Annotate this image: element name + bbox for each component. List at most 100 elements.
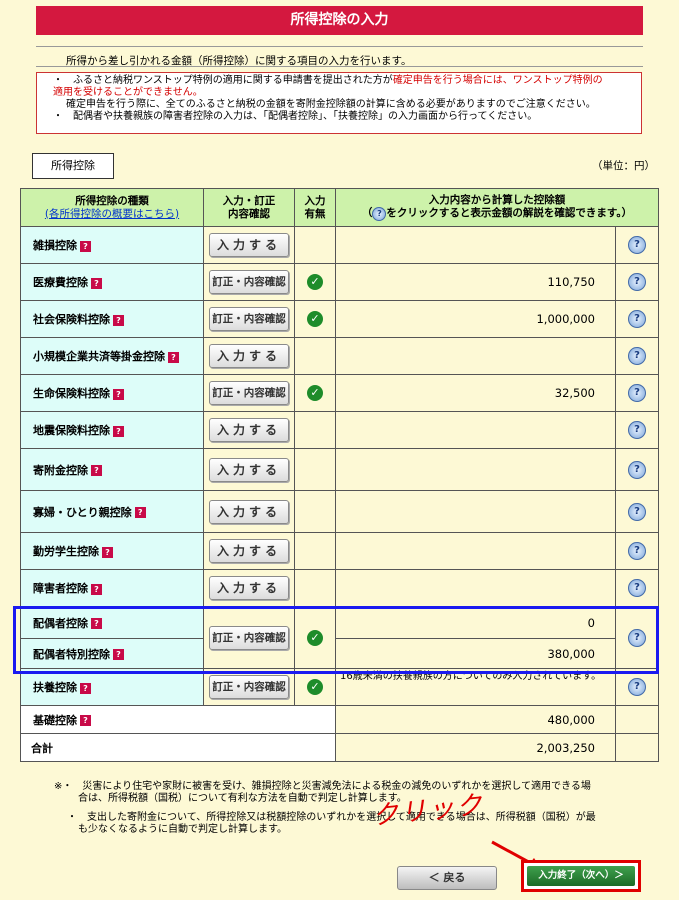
question-mark-icon[interactable]: ? [113,314,124,326]
row-amount [335,448,616,491]
help-bubble-icon[interactable]: ? [628,579,646,597]
table-row: 地震保険料控除? 入力する? [20,411,660,449]
row-action: 訂正・内容確認 [203,374,295,412]
input-button[interactable]: 入力する [209,539,289,563]
row-status [294,226,336,264]
help-bubble-icon[interactable]: ? [628,542,646,560]
row-name: 扶養控除? [20,668,204,706]
row-amount [335,490,616,533]
row-amount [335,411,616,449]
help-bubble-icon[interactable]: ? [628,678,646,696]
edit-confirm-button[interactable]: 訂正・内容確認 [209,675,289,699]
table-row-basic: 基礎控除? 480,000 [20,705,660,734]
edit-confirm-button[interactable]: 訂正・内容確認 [209,307,289,331]
table-row: 寄附金控除? 入力する? [20,448,660,491]
row-status: ✓ [294,300,336,338]
spouse-highlight-box [13,606,659,674]
check-circle-icon: ✓ [307,274,323,290]
question-mark-icon[interactable]: ? [134,507,146,518]
notice-line1: ・ ふるさと納税ワンストップ特例の適用に関する申請書を提出された方が [53,75,393,86]
row-help: ? [614,300,660,338]
notice-box: ・ ふるさと納税ワンストップ特例の適用に関する申請書を提出された方が確定申告を行… [36,72,642,134]
question-mark-icon[interactable]: ? [102,546,113,558]
row-help: ? [614,263,660,301]
unit-label: （単位：円） [592,160,655,172]
help-bubble-icon[interactable]: ? [628,502,646,521]
total-amount: 2,003,250 [335,733,616,762]
question-mark-icon[interactable]: ? [113,425,124,437]
deductions-table: 所得控除の種類 (各所得控除の概要はこちら) 入力・訂正 内容確認 入力 有無 入力内… [20,188,660,762]
help-bubble-icon: ? [372,207,387,221]
row-status [294,490,336,533]
input-button[interactable]: 入力する [209,233,289,257]
row-amount [335,569,616,607]
input-button[interactable]: 入力する [209,576,289,600]
row-action: 入力する [203,337,295,375]
row-help: ? [614,490,660,533]
help-bubble-icon[interactable]: ? [628,460,646,479]
row-status [294,532,336,570]
row-action: 入力する [203,532,295,570]
table-row: 雑損控除? 入力する? [20,226,660,264]
row-action: 入力する [203,226,295,264]
edit-confirm-button[interactable]: 訂正・内容確認 [209,381,289,405]
row-help: ? [614,411,660,449]
finish-next-button[interactable]: 入力終了（次へ）＞ [527,866,635,886]
row-amount: 32,500 [335,374,616,412]
table-row: 社会保険料控除? 訂正・内容確認 ✓ 1,000,000? [20,300,660,338]
next-button-highlight: 入力終了（次へ）＞ [521,860,641,892]
header-status: 入力 有無 [294,188,336,227]
row-help: ? [614,569,660,607]
row-amount: 110,750 [335,263,616,301]
row-help: ? [614,668,660,706]
question-mark-icon[interactable]: ? [91,465,102,476]
question-mark-icon[interactable]: ? [91,277,102,289]
table-row: 寡婦・ひとり親控除? 入力する? [20,490,660,533]
footnote-2: ・ 支出した寄附金について、所得控除又は税額控除のいずれかを選択して適用できる場… [67,812,596,835]
question-mark-icon[interactable]: ? [91,583,102,595]
row-status: ✓ [294,374,336,412]
edit-confirm-button[interactable]: 訂正・内容確認 [209,270,289,294]
notice-line1-red: 確定申告を行う場合には、ワンストップ特例の [392,75,603,86]
row-status: ✓ [294,668,336,706]
row-action: 入力する [203,448,295,491]
question-mark-icon[interactable]: ? [80,715,91,726]
table-row: 勤労学生控除? 入力する? [20,532,660,570]
row-name: 生命保険料控除? [20,374,204,412]
question-mark-icon[interactable]: ? [80,682,91,694]
row-name: 障害者控除? [20,569,204,607]
row-amount: 1,000,000 [335,300,616,338]
row-action: 入力する [203,411,295,449]
footnote-1: ※・ 災害により住宅や家財に被害を受け、雑損控除と災害減免法による税金の減免のい… [54,781,591,804]
input-button[interactable]: 入力する [209,344,289,368]
table-row: 医療費控除? 訂正・内容確認 ✓ 110,750? [20,263,660,301]
page-title: 所得控除の入力 [36,6,643,35]
row-name: 医療費控除? [20,263,204,301]
check-circle-icon: ✓ [307,311,323,327]
help-bubble-icon[interactable]: ? [628,384,646,402]
help-bubble-icon[interactable]: ? [628,236,646,254]
row-help: ? [614,374,660,412]
section-label: 所得控除 [32,153,114,179]
row-action: 訂正・内容確認 [203,668,295,706]
row-name: 小規模企業共済等掛金控除? [20,337,204,375]
help-bubble-icon[interactable]: ? [628,347,646,365]
input-button[interactable]: 入力する [209,418,289,442]
question-mark-icon[interactable]: ? [168,351,179,363]
question-mark-icon[interactable]: ? [80,240,91,252]
header-action: 入力・訂正 内容確認 [203,188,295,227]
back-button[interactable]: ＜ 戻る [397,866,497,890]
row-amount [335,337,616,375]
help-bubble-icon[interactable]: ? [628,421,646,439]
row-name: 地震保険料控除? [20,411,204,449]
row-name: 寡婦・ひとり親控除? [20,490,204,533]
row-name: 社会保険料控除? [20,300,204,338]
help-bubble-icon[interactable]: ? [628,273,646,291]
input-button[interactable]: 入力する [209,457,289,482]
row-name: 基礎控除? [20,705,336,734]
help-bubble-icon[interactable]: ? [628,310,646,328]
question-mark-icon[interactable]: ? [113,388,124,400]
overview-link[interactable]: (各所得控除の概要はこちら) [45,208,179,220]
notice-line2: 適用を受けることができません。 [53,87,203,98]
input-button[interactable]: 入力する [209,499,289,524]
